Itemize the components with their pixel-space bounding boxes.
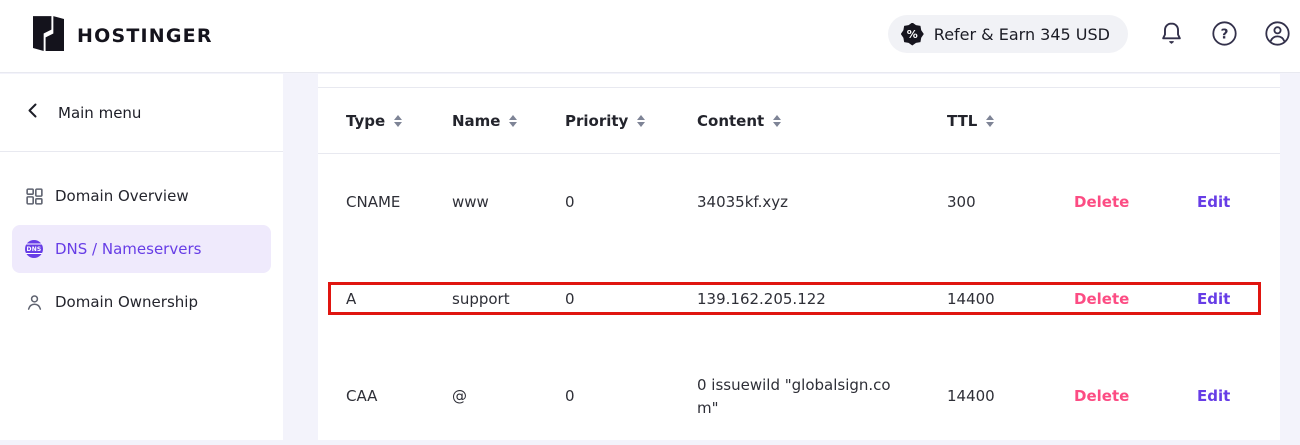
person-icon (25, 293, 43, 311)
cell-ttl: 14400 (947, 288, 1074, 311)
cell-name: www (452, 191, 565, 214)
cell-type: CAA (346, 385, 452, 408)
cell-type: A (346, 288, 452, 311)
cell-content: 0 issuewild "globalsign.com" (697, 374, 947, 420)
percent-badge-icon: % (901, 23, 924, 46)
column-header-content[interactable]: Content (697, 112, 947, 130)
cell-name: support (452, 288, 565, 311)
top-bar: HOSTINGER % Refer & Earn 345 USD ? (0, 0, 1300, 73)
cell-content: 139.162.205.122 (697, 288, 947, 311)
main-menu-label: Main menu (58, 104, 141, 122)
dns-icon: DNS (25, 240, 43, 258)
help-question-glyph: ? (1221, 27, 1229, 43)
grid-icon (25, 187, 43, 205)
main-menu-back-button[interactable]: Main menu (0, 74, 283, 152)
help-icon[interactable]: ? (1211, 20, 1238, 47)
delete-button[interactable]: Delete (1074, 387, 1129, 405)
table-row: CNAME www 0 34035kf.xyz 300 Delete Edit (318, 154, 1280, 251)
cell-ttl: 14400 (947, 385, 1074, 408)
table-row-highlighted: A support 0 139.162.205.122 14400 Delete… (318, 251, 1280, 348)
cell-name: @ (452, 385, 565, 408)
brand-wordmark: HOSTINGER (77, 25, 213, 47)
column-header-ttl[interactable]: TTL (947, 112, 1074, 130)
card-top-rule (318, 74, 1280, 88)
cell-type: CNAME (346, 191, 452, 214)
cell-priority: 0 (565, 385, 697, 408)
column-header-name[interactable]: Name (452, 112, 565, 130)
edit-button[interactable]: Edit (1197, 387, 1230, 405)
sort-icon[interactable] (986, 115, 994, 127)
dns-records-card: Type Name Priority Content TTL CNAME www… (318, 74, 1280, 440)
table-row: CAA @ 0 0 issuewild "globalsign.com" 144… (318, 348, 1280, 445)
hostinger-logo-icon (33, 15, 64, 56)
delete-button[interactable]: Delete (1074, 193, 1129, 211)
refer-earn-button[interactable]: % Refer & Earn 345 USD (888, 15, 1128, 53)
edit-button[interactable]: Edit (1197, 290, 1230, 308)
cell-priority: 0 (565, 191, 697, 214)
table-header-row: Type Name Priority Content TTL (318, 88, 1280, 154)
column-header-type[interactable]: Type (346, 112, 452, 130)
sort-icon[interactable] (773, 115, 781, 127)
edit-button[interactable]: Edit (1197, 193, 1230, 211)
sidebar-item-domain-ownership[interactable]: Domain Ownership (12, 278, 271, 326)
sidebar-item-label: Domain Overview (55, 187, 189, 205)
notifications-bell-icon[interactable] (1158, 20, 1185, 47)
sort-icon[interactable] (394, 115, 402, 127)
sidebar-item-domain-overview[interactable]: Domain Overview (12, 172, 271, 220)
sort-icon[interactable] (509, 115, 517, 127)
sort-icon[interactable] (637, 115, 645, 127)
account-avatar-icon[interactable] (1264, 20, 1291, 47)
sidebar: Main menu Domain Overview DNS DNS / Name… (0, 74, 283, 440)
delete-button[interactable]: Delete (1074, 290, 1129, 308)
cell-ttl: 300 (947, 191, 1074, 214)
cell-priority: 0 (565, 288, 697, 311)
hostinger-logo[interactable]: HOSTINGER (33, 15, 213, 56)
sidebar-item-label: Domain Ownership (55, 293, 198, 311)
sidebar-item-label: DNS / Nameservers (55, 240, 201, 258)
chevron-left-icon (28, 103, 37, 122)
cell-content: 34035kf.xyz (697, 191, 947, 214)
column-header-priority[interactable]: Priority (565, 112, 697, 130)
refer-earn-label: Refer & Earn 345 USD (934, 25, 1110, 44)
sidebar-item-dns-nameservers[interactable]: DNS DNS / Nameservers (12, 225, 271, 273)
